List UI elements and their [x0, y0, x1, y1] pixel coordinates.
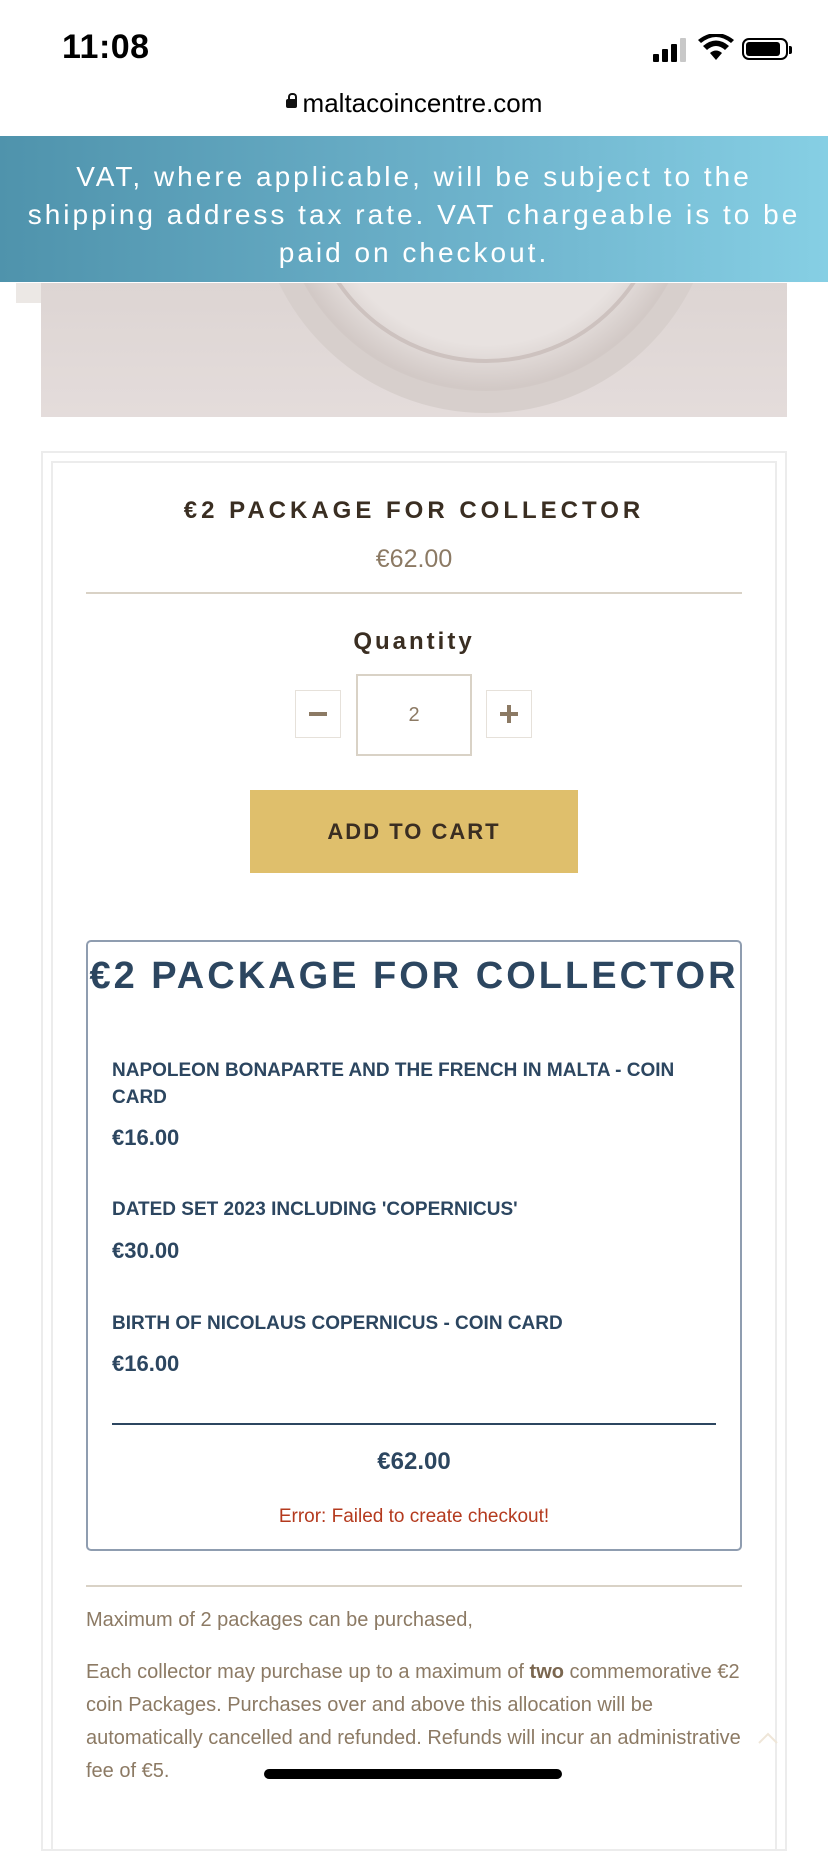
- package-title: €2 PACKAGE FOR COLLECTOR: [89, 955, 739, 997]
- package-item-price: €16.00: [112, 1351, 180, 1376]
- battery-icon: [742, 38, 792, 60]
- package-item-name: DATED SET 2023 INCLUDING 'COPERNICUS': [112, 1199, 518, 1220]
- checkout-error-message: Error: Failed to create checkout!: [278, 1506, 550, 1527]
- status-time: 11:08: [62, 28, 150, 66]
- quantity-decrease-button[interactable]: [295, 690, 341, 738]
- cellular-signal-icon: [653, 38, 689, 62]
- product-title: €2 PACKAGE FOR COLLECTOR: [183, 497, 645, 524]
- url-text: maltacoincentre.com: [302, 88, 543, 118]
- package-item-name: NAPOLEON BONAPARTE AND THE FRENCH IN MAL…: [112, 1060, 675, 1108]
- quantity-increase-button[interactable]: [486, 690, 532, 738]
- plus-icon: [500, 705, 518, 723]
- package-item-price: €16.00: [112, 1125, 180, 1150]
- package-item-price: €30.00: [112, 1238, 180, 1263]
- quantity-input[interactable]: [356, 674, 472, 756]
- wifi-icon: [698, 34, 734, 60]
- vat-notice-banner: VAT, where applicable, will be subject t…: [0, 136, 828, 282]
- address-bar[interactable]: maltacoincentre.com: [0, 88, 828, 128]
- scroll-to-top-icon[interactable]: [756, 1726, 780, 1750]
- minus-icon: [309, 712, 327, 716]
- quantity-label: Quantity: [353, 628, 475, 655]
- divider: [112, 1423, 716, 1425]
- product-price: €62.00: [375, 545, 453, 573]
- status-bar: 11:08: [0, 0, 828, 100]
- divider: [86, 592, 742, 594]
- desc-emphasis: two: [529, 1661, 564, 1683]
- package-item-name: BIRTH OF NICOLAUS COPERNICUS - COIN CARD: [112, 1313, 563, 1334]
- product-image: [41, 283, 787, 417]
- add-to-cart-button[interactable]: ADD TO CART: [250, 790, 578, 873]
- desc-text: Each collector may purchase up to a maxi…: [86, 1661, 530, 1683]
- vat-notice-text: VAT, where applicable, will be subject t…: [27, 161, 801, 268]
- home-indicator[interactable]: [264, 1769, 562, 1779]
- divider: [86, 1585, 742, 1587]
- lock-icon: [285, 92, 297, 108]
- max-packages-note: Maximum of 2 packages can be purchased,: [86, 1609, 473, 1631]
- package-total: €62.00: [377, 1448, 451, 1475]
